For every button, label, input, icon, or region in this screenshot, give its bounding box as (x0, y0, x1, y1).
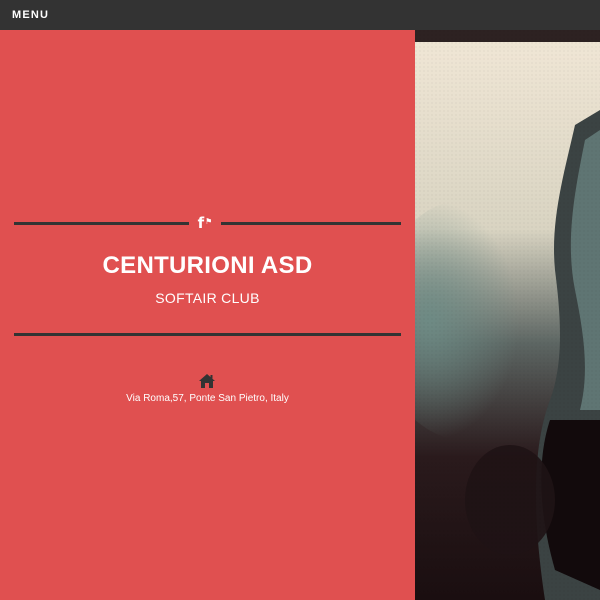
hero-photo (415, 30, 600, 600)
facebook-icon: f ⚑ (197, 213, 213, 232)
club-title: CENTURIONI ASD (102, 252, 313, 279)
hero-image (415, 30, 600, 600)
info-panel: f ⚑ CENTURIONI ASD SOFTAIR CLUB Via Roma,… (0, 30, 415, 600)
top-navigation-bar: MENU (0, 0, 600, 30)
club-subtitle: SOFTAIR CLUB (155, 290, 260, 306)
divider-bottom (14, 333, 401, 336)
facebook-link[interactable]: f ⚑ (189, 212, 221, 234)
menu-button[interactable]: MENU (12, 9, 49, 21)
home-icon (199, 374, 215, 388)
club-address: Via Roma,57, Ponte San Pietro, Italy (126, 393, 289, 404)
